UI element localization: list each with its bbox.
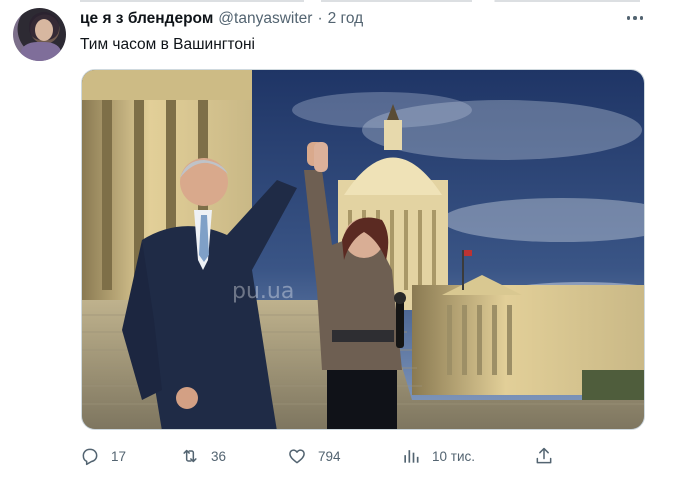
- separator-dot: ·: [317, 10, 323, 27]
- avatar[interactable]: [13, 8, 66, 61]
- like-button[interactable]: 794: [287, 444, 341, 468]
- reply-button[interactable]: 17: [80, 444, 126, 468]
- tweet-header: це я з блендером @tanyaswiter · 2 год: [80, 9, 363, 29]
- retweet-button[interactable]: 36: [180, 444, 226, 468]
- capitol-photo: pu.ua: [82, 70, 644, 429]
- reply-count: 17: [111, 448, 127, 464]
- watermark: pu.ua: [232, 279, 294, 304]
- share-button[interactable]: [534, 444, 554, 468]
- views-count: 10 тис.: [432, 448, 475, 464]
- user-handle[interactable]: @tanyaswiter: [218, 10, 312, 28]
- tweet-actions: 17 36 794 10 тис.: [80, 444, 560, 468]
- tweet-text: Тим часом в Вашингтоні: [80, 36, 255, 53]
- retweet-icon: [183, 449, 197, 463]
- reply-icon: [82, 448, 98, 466]
- tweet-photo[interactable]: pu.ua: [81, 69, 645, 430]
- views-button[interactable]: 10 тис.: [401, 444, 475, 468]
- timestamp[interactable]: 2 год: [328, 10, 364, 28]
- like-count: 794: [318, 448, 341, 464]
- heart-icon: [289, 449, 305, 464]
- bar-chart-icon: [404, 450, 419, 463]
- share-icon: [536, 447, 552, 464]
- display-name[interactable]: це я з блендером: [80, 10, 213, 28]
- tweet-card: це я з блендером @tanyaswiter · 2 год Ти…: [0, 0, 675, 480]
- previous-tweet-edge: [0, 0, 675, 4]
- more-icon[interactable]: [622, 8, 648, 28]
- retweet-count: 36: [211, 448, 227, 464]
